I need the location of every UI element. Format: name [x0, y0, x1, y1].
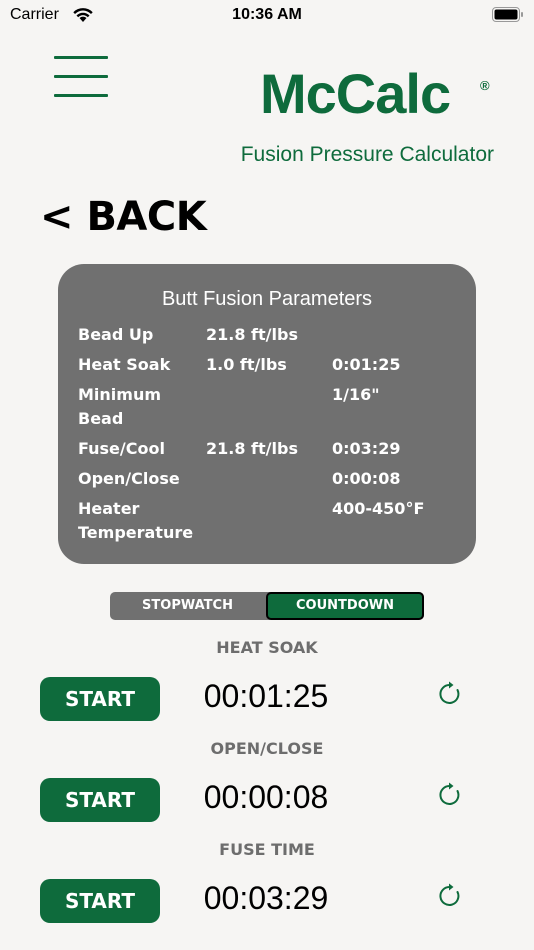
param-time: 1/16"	[332, 385, 380, 404]
param-label: Heat Soak	[78, 355, 171, 374]
param-pressure: 21.8 ft/lbs	[206, 325, 298, 344]
hamburger-menu-icon[interactable]	[54, 56, 108, 98]
param-time: 0:00:08	[332, 469, 401, 488]
reset-icon[interactable]	[436, 882, 464, 910]
timer-value-heat-soak: 00:01:25	[203, 678, 329, 714]
param-time: 0:03:29	[332, 439, 401, 458]
segment-stopwatch[interactable]: STOPWATCH	[110, 592, 265, 620]
segment-countdown[interactable]: COUNTDOWN	[266, 592, 424, 620]
param-time: 0:01:25	[332, 355, 401, 374]
param-label: Heater Temperature	[78, 499, 194, 542]
param-pressure: 21.8 ft/lbs	[206, 439, 298, 458]
reset-icon[interactable]	[436, 680, 464, 708]
timer-label-heat-soak: HEAT SOAK	[216, 638, 318, 657]
param-label: Open/Close	[78, 469, 180, 488]
app-subtitle: Fusion Pressure Calculator	[240, 143, 494, 166]
registered-mark: ®	[480, 78, 490, 93]
param-label: Minimum Bead	[78, 385, 162, 428]
start-button-fuse-time[interactable]: START	[40, 879, 160, 923]
start-button-heat-soak[interactable]: START	[40, 677, 160, 721]
timer-mode-segmented-control: STOPWATCH COUNTDOWN	[110, 592, 424, 620]
param-time: 400-450°F	[332, 499, 425, 518]
app-logo: McCalc	[260, 62, 451, 125]
parameters-card: Butt Fusion Parameters Bead Up 21.8 ft/l…	[58, 264, 476, 564]
param-pressure: 1.0 ft/lbs	[206, 355, 287, 374]
start-button-open-close[interactable]: START	[40, 778, 160, 822]
timer-value-fuse-time: 00:03:29	[203, 880, 329, 916]
back-button[interactable]: < BACK	[40, 194, 207, 240]
timer-label-open-close: OPEN/CLOSE	[210, 739, 324, 758]
reset-icon[interactable]	[436, 781, 464, 809]
param-label: Bead Up	[78, 325, 154, 344]
timer-label-fuse-time: FUSE TIME	[219, 840, 315, 859]
param-label: Fuse/Cool	[78, 439, 165, 458]
status-bar: Carrier 10:36 AM	[0, 0, 534, 30]
card-title: Butt Fusion Parameters	[161, 288, 373, 310]
clock: 10:36 AM	[232, 6, 302, 23]
battery-icon	[492, 7, 523, 22]
timer-value-open-close: 00:00:08	[203, 779, 329, 815]
